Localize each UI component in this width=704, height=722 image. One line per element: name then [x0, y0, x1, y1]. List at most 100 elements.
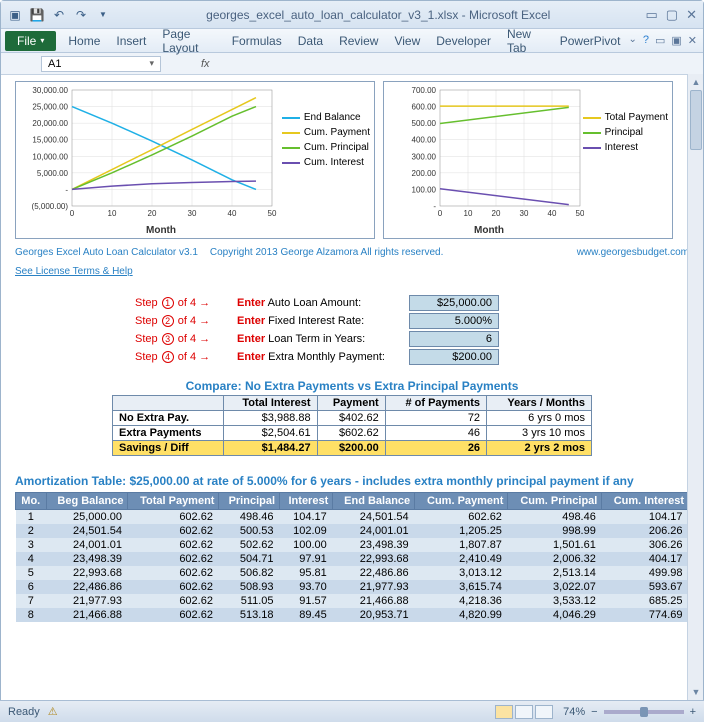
- amort-cell: 498.46: [219, 510, 280, 525]
- compare-header: # of Payments: [385, 396, 486, 411]
- tab-page-layout[interactable]: Page Layout: [154, 24, 223, 58]
- amort-cell: 502.62: [219, 538, 280, 552]
- maximize-icon[interactable]: ▢: [666, 7, 678, 23]
- svg-text:0: 0: [438, 209, 443, 218]
- compare-row-label: Extra Payments: [113, 426, 224, 441]
- amort-cell: 499.98: [602, 566, 689, 580]
- amort-cell: 404.17: [602, 552, 689, 566]
- svg-text:5,000.00: 5,000.00: [37, 169, 69, 178]
- doc-restore-icon[interactable]: ▣: [671, 34, 681, 47]
- tab-data[interactable]: Data: [290, 31, 331, 51]
- ribbon-minimize-icon[interactable]: ⌄: [628, 34, 636, 47]
- title-bar: ▣ 💾 ↶ ↷ ▼ georges_excel_auto_loan_calcul…: [1, 1, 703, 29]
- excel-icon: ▣: [7, 7, 23, 23]
- amort-cell: 1,501.61: [508, 538, 602, 552]
- tab-insert[interactable]: Insert: [108, 31, 154, 51]
- amort-header: Cum. Interest: [602, 493, 689, 510]
- svg-text:10: 10: [108, 209, 117, 218]
- name-box[interactable]: A1▾: [41, 56, 161, 72]
- amort-cell: 23,498.39: [46, 552, 128, 566]
- product-name: Georges Excel Auto Loan Calculator v3.1: [15, 247, 198, 258]
- window-title: georges_excel_auto_loan_calculator_v3_1.…: [115, 8, 642, 22]
- tab-formulas[interactable]: Formulas: [224, 31, 290, 51]
- amort-cell: 95.81: [280, 566, 333, 580]
- zoom-slider[interactable]: [604, 710, 684, 714]
- svg-text:700.00: 700.00: [412, 86, 437, 95]
- save-icon[interactable]: 💾: [29, 7, 45, 23]
- amort-cell: 3,615.74: [415, 580, 508, 594]
- compare-cell: 46: [385, 426, 486, 441]
- chevron-down-icon[interactable]: ▾: [149, 58, 154, 69]
- tab-view[interactable]: View: [386, 31, 428, 51]
- close-icon[interactable]: ✕: [686, 7, 697, 23]
- scroll-thumb[interactable]: [690, 90, 702, 150]
- status-ready: Ready: [8, 706, 40, 718]
- amort-cell: 25,000.00: [46, 510, 128, 525]
- tab-home[interactable]: Home: [60, 31, 108, 51]
- scroll-up-icon[interactable]: ▲: [688, 74, 704, 90]
- file-tab[interactable]: File▾: [5, 31, 56, 51]
- svg-text:600.00: 600.00: [412, 103, 437, 112]
- doc-close-icon[interactable]: ✕: [688, 34, 697, 47]
- tab-developer[interactable]: Developer: [428, 31, 499, 51]
- svg-text:20: 20: [148, 209, 157, 218]
- undo-icon[interactable]: ↶: [51, 7, 67, 23]
- chart-cumulative[interactable]: (5,000.00)-5,000.0010,000.0015,000.0020,…: [15, 81, 375, 239]
- help-icon[interactable]: ?: [643, 34, 649, 47]
- legend-label: Cum. Interest: [304, 157, 364, 168]
- amort-cell: 593.67: [602, 580, 689, 594]
- amortization-title: Amortization Table: $25,000.00 at rate o…: [15, 474, 689, 488]
- amort-header: Cum. Payment: [415, 493, 508, 510]
- qat-dropdown-icon[interactable]: ▼: [95, 7, 111, 23]
- input-label: Enter Extra Monthly Payment:: [237, 351, 397, 363]
- chart-payment-breakdown[interactable]: -100.00200.00300.00400.00500.00600.00700…: [383, 81, 673, 239]
- svg-text:10,000.00: 10,000.00: [32, 152, 68, 161]
- svg-text:300.00: 300.00: [412, 152, 437, 161]
- fx-label[interactable]: fx: [201, 58, 210, 70]
- svg-text:30: 30: [520, 209, 529, 218]
- minimize-icon[interactable]: ▭: [646, 7, 658, 23]
- zoom-in-icon[interactable]: +: [690, 706, 696, 718]
- compare-header: Years / Months: [487, 396, 592, 411]
- amort-cell: 602.62: [128, 566, 219, 580]
- website-link[interactable]: www.georgesbudget.com: [577, 247, 689, 258]
- vertical-scrollbar[interactable]: ▲ ▼: [687, 74, 703, 700]
- amort-cell: 2: [16, 524, 47, 538]
- amort-cell: 2,006.32: [508, 552, 602, 566]
- ribbon: File▾ Home Insert Page Layout Formulas D…: [1, 29, 703, 53]
- view-page-break[interactable]: [535, 705, 553, 719]
- legend-label: Cum. Principal: [304, 142, 369, 153]
- zoom-out-icon[interactable]: −: [591, 706, 597, 718]
- svg-text:-: -: [65, 185, 68, 194]
- svg-text:40: 40: [228, 209, 237, 218]
- chart2-xlabel: Month: [474, 225, 504, 236]
- compare-cell: 2 yrs 2 mos: [487, 441, 592, 456]
- zoom-level[interactable]: 74%: [563, 706, 585, 718]
- legend-label: End Balance: [304, 112, 361, 123]
- compare-cell: $602.62: [317, 426, 385, 441]
- amort-cell: 21,977.93: [333, 580, 415, 594]
- tab-review[interactable]: Review: [331, 31, 386, 51]
- amort-cell: 4: [16, 552, 47, 566]
- scroll-down-icon[interactable]: ▼: [688, 684, 704, 700]
- tab-powerpivot[interactable]: PowerPivot: [552, 31, 629, 51]
- amort-cell: 513.18: [219, 608, 280, 622]
- input-value[interactable]: $200.00: [409, 349, 499, 365]
- tab-new-tab[interactable]: New Tab: [499, 24, 552, 58]
- doc-minimize-icon[interactable]: ▭: [655, 34, 665, 47]
- amort-cell: 97.91: [280, 552, 333, 566]
- view-normal[interactable]: [495, 705, 513, 719]
- input-value[interactable]: 5.000%: [409, 313, 499, 329]
- input-value[interactable]: 6: [409, 331, 499, 347]
- input-value[interactable]: $25,000.00: [409, 295, 499, 311]
- compare-cell: 3 yrs 10 mos: [487, 426, 592, 441]
- view-page-layout[interactable]: [515, 705, 533, 719]
- amort-cell: 602.62: [128, 552, 219, 566]
- amort-cell: 3: [16, 538, 47, 552]
- redo-icon[interactable]: ↷: [73, 7, 89, 23]
- amort-cell: 511.05: [219, 594, 280, 608]
- status-bar: Ready ⚠ 74% − +: [0, 700, 704, 722]
- legend-label: Interest: [605, 142, 638, 153]
- amort-cell: 22,993.68: [333, 552, 415, 566]
- license-link[interactable]: See License Terms & Help: [15, 266, 133, 277]
